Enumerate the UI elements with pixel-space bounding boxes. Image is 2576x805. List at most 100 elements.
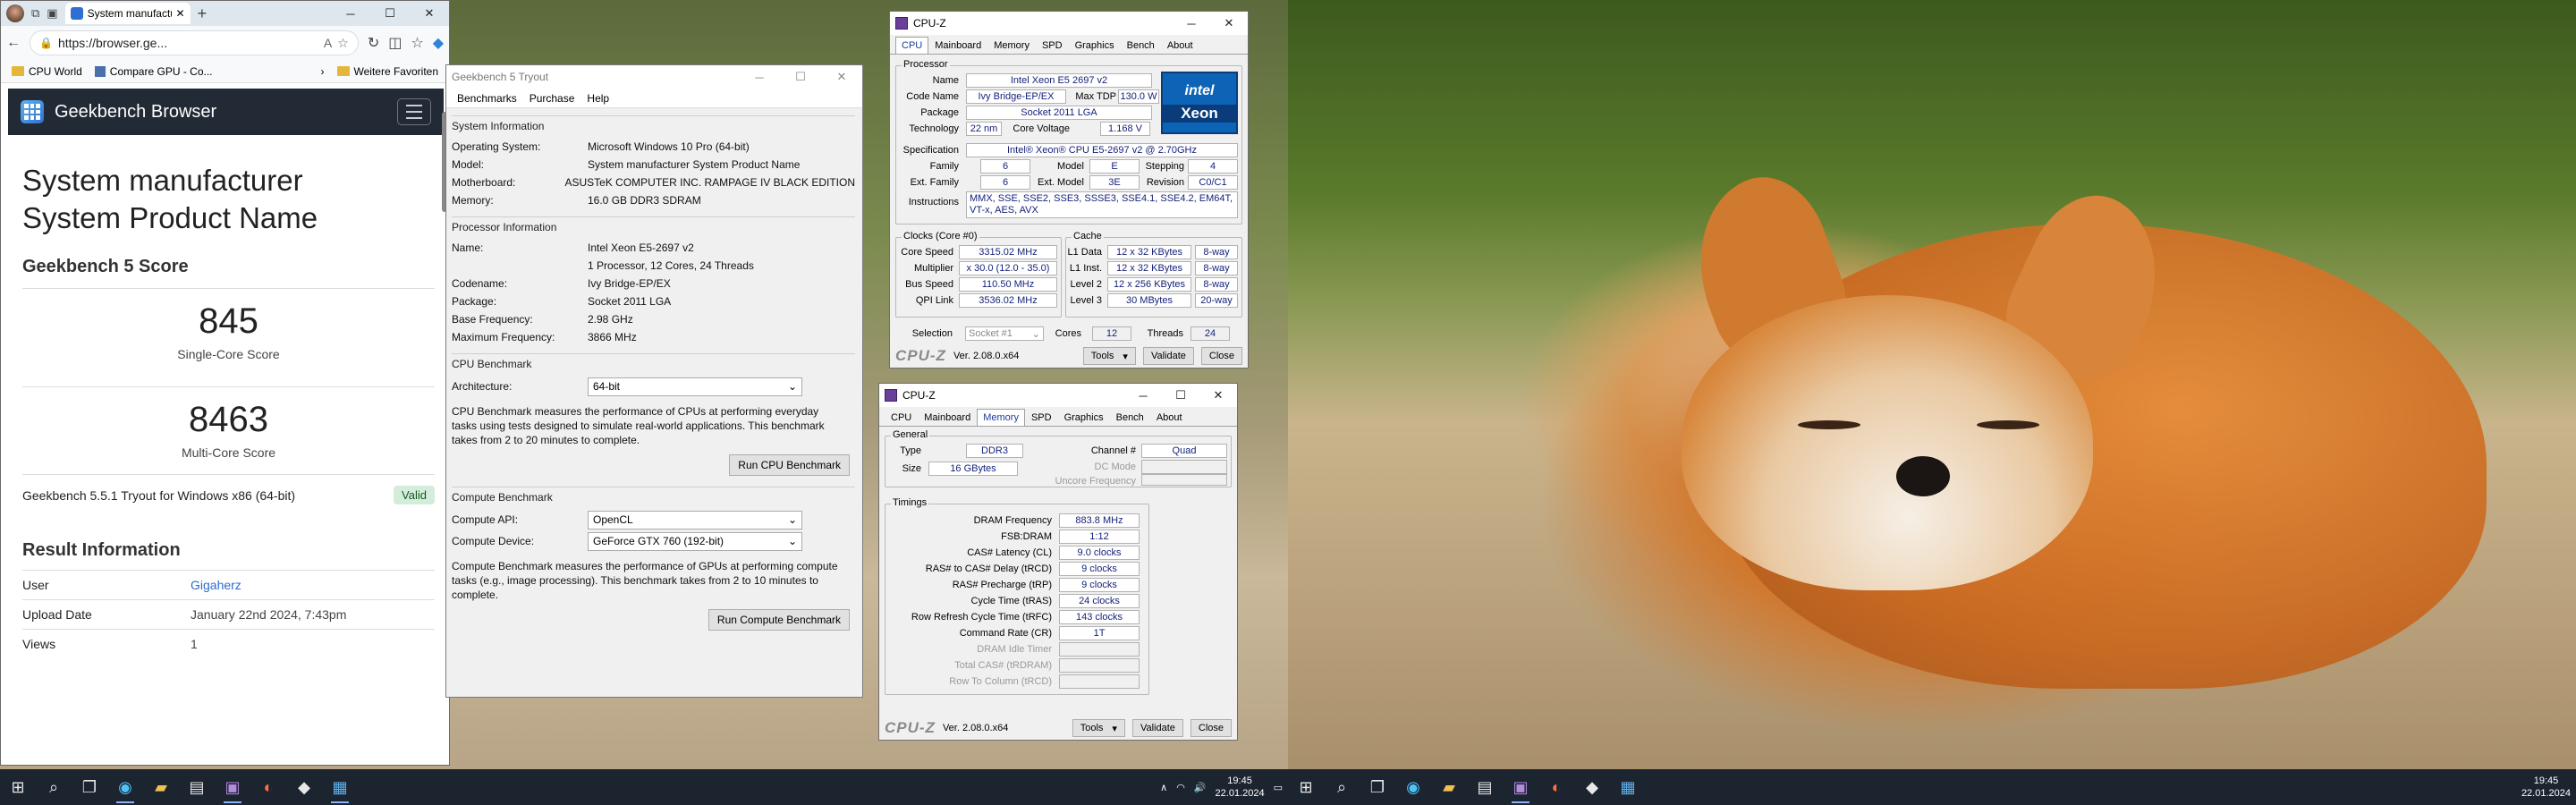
tab-about[interactable]: About [1150, 409, 1189, 426]
close-button[interactable]: ✕ [821, 65, 862, 89]
timing-label: Row To Column (tRCD) [949, 676, 1052, 687]
brand-name[interactable]: Geekbench Browser [55, 102, 216, 123]
bus-speed-value: 110.50 MHz [959, 277, 1057, 292]
validate-button[interactable]: Validate [1131, 719, 1183, 737]
socket-select[interactable]: Socket #1 ⌄ [965, 326, 1044, 341]
tab-memory[interactable]: Memory [987, 37, 1036, 54]
tab-cpu[interactable]: CPU [895, 37, 929, 54]
new-tab-icon[interactable]: + [198, 4, 208, 23]
close-cpuz-button[interactable]: Close [1190, 719, 1232, 737]
tab-graphics[interactable]: Graphics [1069, 37, 1121, 54]
favorite-more[interactable]: Weitere Favoriten [336, 65, 438, 78]
system-tray: 19:45 22.01.2024 [2521, 775, 2576, 800]
search-icon[interactable]: ⌕ [1324, 769, 1360, 805]
select-value: Socket #1 [969, 328, 1013, 339]
tab-spd[interactable]: SPD [1036, 37, 1069, 54]
favorite-star-icon[interactable]: ☆ [337, 36, 349, 51]
run-compute-benchmark-button[interactable]: Run Compute Benchmark [708, 609, 850, 631]
maximize-button[interactable]: ☐ [780, 65, 821, 89]
minimize-button[interactable]: ─ [331, 1, 370, 26]
file-explorer-icon[interactable]: ▰ [1431, 769, 1467, 805]
split-screen-icon[interactable]: ◫ [388, 34, 402, 52]
refresh-icon[interactable]: ↻ [368, 34, 379, 52]
volume-icon[interactable]: 🔊 [1194, 782, 1207, 793]
app-taskbar-icon[interactable]: ◐ [1538, 769, 1574, 805]
cpuz-taskbar-icon[interactable]: ▣ [1503, 769, 1538, 805]
file-explorer-icon[interactable]: ▰ [143, 769, 179, 805]
store-icon[interactable]: ▤ [179, 769, 215, 805]
minimize-button[interactable]: ─ [1124, 384, 1162, 407]
close-button[interactable]: ✕ [1210, 12, 1248, 35]
tab-bench[interactable]: Bench [1110, 409, 1150, 426]
minimize-button[interactable]: ─ [1173, 12, 1210, 35]
tab-actions-icon[interactable]: ▣ [47, 6, 57, 21]
minimize-button[interactable]: ─ [739, 65, 780, 89]
maximize-button[interactable]: ☐ [1162, 384, 1199, 407]
tab-bench[interactable]: Bench [1121, 37, 1161, 54]
wallpaper-fox-face [1682, 295, 2093, 590]
favorites-icon[interactable]: ☆ [411, 34, 423, 52]
run-cpu-benchmark-button[interactable]: Run CPU Benchmark [729, 454, 850, 476]
edge-taskbar-icon[interactable]: ◉ [107, 769, 143, 805]
chevron-down-icon: ⌄ [787, 513, 797, 526]
compute-api-select[interactable]: OpenCL ⌄ [588, 510, 802, 530]
app-taskbar-icon[interactable]: ◆ [286, 769, 322, 805]
menu-help[interactable]: Help [587, 92, 609, 105]
clock[interactable]: 19:45 22.01.2024 [2521, 775, 2571, 800]
tools-button[interactable]: Tools ▾ [1082, 347, 1136, 365]
edge-taskbar-icon[interactable]: ◉ [1395, 769, 1431, 805]
maximize-button[interactable]: ☐ [370, 1, 410, 26]
close-cpuz-button[interactable]: Close [1200, 347, 1242, 365]
app-taskbar-icon[interactable]: ◐ [250, 769, 286, 805]
tab-cpu[interactable]: CPU [885, 409, 918, 426]
clocks-group: Clocks (Core #0) Core Speed 3315.02 MHz … [895, 231, 1062, 318]
url-field[interactable]: 🔒 https://browser.ge... A ☆ [30, 30, 359, 55]
architecture-select[interactable]: 64-bit ⌄ [588, 377, 802, 396]
chevron-right-icon[interactable]: › [321, 65, 325, 78]
favorite-compare-gpu[interactable]: Compare GPU - Co... [94, 65, 213, 78]
tab-memory[interactable]: Memory [977, 409, 1025, 426]
tab-mainboard[interactable]: Mainboard [918, 409, 977, 426]
read-aloud-icon[interactable]: A [324, 36, 332, 50]
tab-spd[interactable]: SPD [1025, 409, 1058, 426]
compute-device-row: Compute Device: GeForce GTX 760 (192-bit… [452, 530, 855, 552]
windows-start-icon[interactable]: ⊞ [0, 769, 36, 805]
validate-button[interactable]: Validate [1142, 347, 1194, 365]
search-icon[interactable]: ⌕ [36, 769, 72, 805]
geekbench-logo-icon[interactable] [21, 100, 44, 123]
close-button[interactable]: ✕ [410, 1, 449, 26]
copilot-icon[interactable]: ◆ [433, 34, 444, 52]
menu-purchase[interactable]: Purchase [530, 92, 575, 105]
clock-time: 19:45 [1227, 775, 1252, 786]
browser-tab-active[interactable]: System manufactu ✕ [64, 3, 191, 24]
chevron-up-icon[interactable]: ∧ [1160, 782, 1167, 793]
windows-start-icon[interactable]: ⊞ [1288, 769, 1324, 805]
menu-benchmarks[interactable]: Benchmarks [457, 92, 517, 105]
tab-about[interactable]: About [1161, 37, 1199, 54]
geekbench-taskbar-icon[interactable]: ▦ [1610, 769, 1646, 805]
field-label: Instructions [908, 197, 959, 208]
geekbench-taskbar-icon[interactable]: ▦ [322, 769, 358, 805]
back-arrow-icon[interactable]: ← [6, 35, 21, 51]
cpuz-app-icon [885, 389, 897, 402]
close-button[interactable]: ✕ [1199, 384, 1237, 407]
task-view-icon[interactable]: ❐ [72, 769, 107, 805]
workspaces-icon[interactable]: ⧉ [31, 6, 39, 21]
favorite-cpu-world[interactable]: CPU World [12, 65, 82, 78]
profile-avatar[interactable] [6, 4, 24, 22]
tab-mainboard[interactable]: Mainboard [928, 37, 987, 54]
notification-icon[interactable]: ▭ [1274, 782, 1283, 793]
app-taskbar-icon[interactable]: ◆ [1574, 769, 1610, 805]
field-label: QPI Link [915, 295, 953, 306]
hamburger-menu-icon[interactable] [397, 98, 431, 125]
tools-button[interactable]: Tools ▾ [1072, 719, 1125, 737]
tab-graphics[interactable]: Graphics [1058, 409, 1110, 426]
task-view-icon[interactable]: ❐ [1360, 769, 1395, 805]
store-icon[interactable]: ▤ [1467, 769, 1503, 805]
clock[interactable]: 19:45 22.01.2024 [1216, 775, 1265, 800]
user-link[interactable]: Gigaherz [191, 578, 242, 592]
wifi-icon[interactable]: ◠ [1176, 782, 1185, 793]
cpuz-taskbar-icon[interactable]: ▣ [215, 769, 250, 805]
close-tab-icon[interactable]: ✕ [176, 7, 185, 20]
compute-device-select[interactable]: GeForce GTX 760 (192-bit) ⌄ [588, 531, 802, 551]
